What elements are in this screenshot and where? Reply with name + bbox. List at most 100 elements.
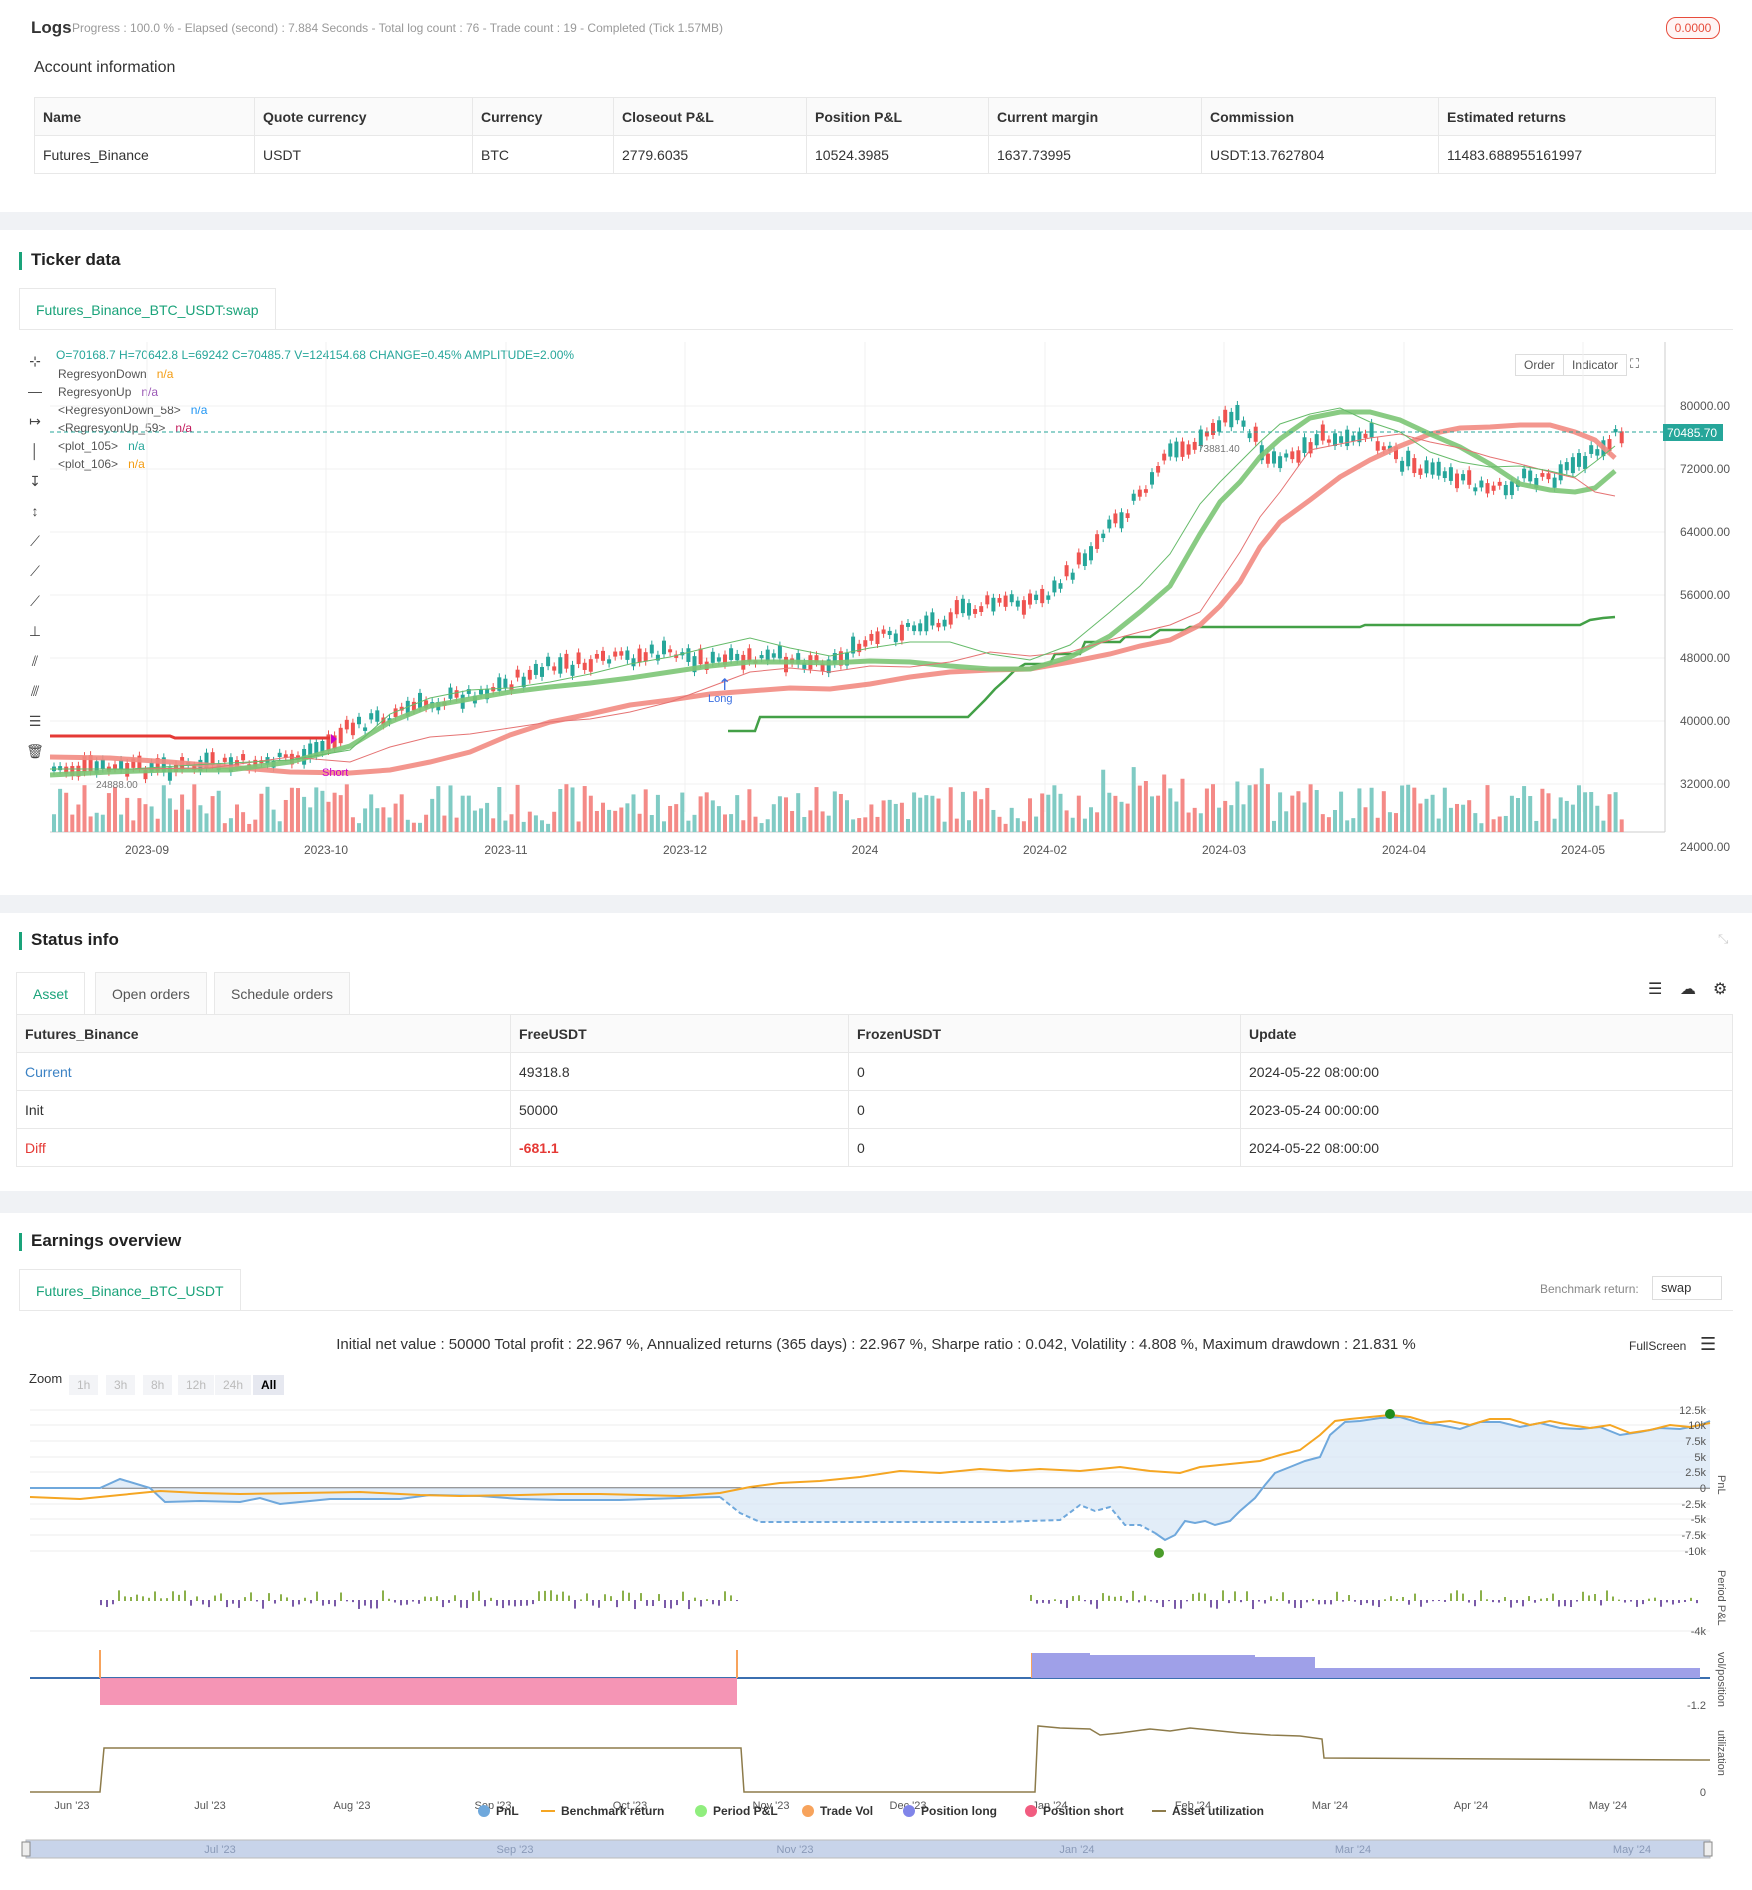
volume-bar <box>619 807 624 832</box>
volume-bar <box>1186 812 1191 832</box>
y-tick: 80000.00 <box>1680 399 1730 413</box>
period-bar <box>1276 1598 1278 1601</box>
collapse-icon[interactable]: ⤡ <box>1718 931 1728 947</box>
trash-icon[interactable]: 🗑 <box>24 740 46 762</box>
legend-period-pnl[interactable]: Period P&L <box>695 1804 778 1818</box>
horizontal-line-icon[interactable]: — <box>24 380 46 402</box>
pitchfork-icon[interactable]: ⫻ <box>24 680 46 702</box>
benchmark-select[interactable]: swap <box>1652 1276 1722 1300</box>
candle-body <box>454 690 459 698</box>
asset-cell: 2023-05-24 00:00:00 <box>1240 1090 1733 1129</box>
volume-bar <box>393 803 398 832</box>
legend-asset-utilization[interactable]: Asset utilization <box>1152 1804 1264 1818</box>
volume-bar <box>753 816 758 832</box>
tab-asset[interactable]: Asset <box>16 972 86 1014</box>
volume-bar <box>924 795 929 832</box>
tab-schedule-orders[interactable]: Schedule orders <box>214 972 350 1014</box>
zoom-12h-button[interactable]: 12h <box>178 1375 215 1395</box>
earnings-summary: Initial net value : 50000 Total profit :… <box>336 1336 1416 1353</box>
logs-title: Logs <box>31 18 72 37</box>
period-bar <box>142 1596 144 1601</box>
volume-bar <box>546 823 551 832</box>
menu-icon[interactable]: ☰ <box>1700 1334 1716 1355</box>
tab-open-orders[interactable]: Open orders <box>95 972 207 1014</box>
volume-bar <box>893 803 898 832</box>
zoom-1h-button[interactable]: 1h <box>69 1375 99 1395</box>
extended-line-icon[interactable]: ⟋ <box>24 590 46 612</box>
x-tick: 2024-05 <box>1561 843 1605 857</box>
long-arrow: ↑ <box>718 675 731 694</box>
volume-bar <box>1278 792 1283 832</box>
candle-body <box>930 612 935 626</box>
period-bar <box>1666 1600 1668 1603</box>
row-label-current[interactable]: Current <box>16 1052 511 1091</box>
zoom-3h-button[interactable]: 3h <box>106 1375 136 1395</box>
period-bar <box>1372 1600 1374 1606</box>
benchmark-label: Benchmark return: <box>1540 1282 1639 1296</box>
period-bar <box>1414 1593 1416 1601</box>
zoom-24h-button[interactable]: 24h <box>215 1375 252 1395</box>
volume-bar <box>1479 823 1484 832</box>
y-tick: 32000.00 <box>1680 777 1730 791</box>
volume-bar <box>1064 810 1069 832</box>
trend-line-icon[interactable]: ⟋ <box>24 530 46 552</box>
zoom-all-button[interactable]: All <box>253 1375 285 1395</box>
x-tick: 2023-11 <box>484 843 527 857</box>
volume-bar <box>1229 805 1234 832</box>
volume-bar <box>643 789 648 832</box>
candle-body <box>613 651 618 657</box>
y-tick: 56000.00 <box>1680 588 1730 602</box>
crosshair-icon[interactable]: ⊹ <box>24 350 46 372</box>
period-bar <box>1198 1592 1200 1601</box>
tab-earnings-symbol[interactable]: Futures_Binance_BTC_USDT <box>19 1269 241 1311</box>
tab-ticker-swap[interactable]: Futures_Binance_BTC_USDT:swap <box>19 288 276 330</box>
vertical-line-icon[interactable]: │ <box>24 440 46 462</box>
period-bar <box>322 1600 324 1606</box>
period-bar <box>664 1600 666 1608</box>
legend-trade-vol[interactable]: Trade Vol <box>802 1804 873 1818</box>
ray-line-icon[interactable]: ⟋ <box>24 560 46 582</box>
volume-bar <box>448 785 453 832</box>
legend-benchmark[interactable]: Benchmark return <box>541 1804 664 1818</box>
x-tick: May '24 <box>1589 1800 1627 1812</box>
cloud-download-icon[interactable]: ☁ <box>1680 979 1696 999</box>
period-bar <box>400 1600 402 1606</box>
parallel-channel-icon[interactable]: ⫽ <box>24 650 46 672</box>
volume-bar <box>1363 807 1368 832</box>
period-bar <box>166 1598 168 1601</box>
fib-levels-icon[interactable]: ☰ <box>24 710 46 732</box>
period-bar <box>1552 1593 1554 1601</box>
list-icon[interactable]: ☰ <box>1648 979 1662 999</box>
price-label-icon[interactable]: ⊥ <box>24 620 46 642</box>
volume-bar <box>411 822 416 832</box>
candle-body <box>735 653 740 661</box>
volume-bar <box>936 798 941 832</box>
volume-bar <box>1198 813 1203 832</box>
volume-bar <box>399 794 404 832</box>
volume-bar <box>253 819 258 832</box>
legend-position-short[interactable]: Position short <box>1025 1804 1124 1818</box>
fullscreen-button[interactable]: FullScreen <box>1629 1339 1686 1353</box>
vertical-segment-icon[interactable]: ↕ <box>24 500 46 522</box>
account-header: Current margin <box>988 97 1202 136</box>
candle-body <box>363 727 368 731</box>
candle-body <box>411 701 416 711</box>
vertical-ray-icon[interactable]: ↧ <box>24 470 46 492</box>
legend-position-long[interactable]: Position long <box>903 1804 997 1818</box>
period-bar <box>178 1594 180 1601</box>
candle-body <box>1314 434 1319 446</box>
period-bar <box>382 1590 384 1601</box>
volume-bar <box>143 804 148 832</box>
candle-body <box>619 651 624 656</box>
volume-bar <box>1546 793 1551 832</box>
horizontal-ray-icon[interactable]: ↦ <box>24 410 46 432</box>
period-bar <box>472 1592 474 1601</box>
legend-pnl[interactable]: PnL <box>478 1804 519 1818</box>
period-bar <box>1678 1600 1680 1603</box>
volume-bar <box>1217 807 1222 832</box>
candle-body <box>784 656 788 673</box>
zoom-8h-button[interactable]: 8h <box>143 1375 173 1395</box>
volume-bar <box>997 816 1002 832</box>
gear-icon[interactable]: ⚙ <box>1713 979 1727 999</box>
period-bar <box>1576 1600 1578 1602</box>
